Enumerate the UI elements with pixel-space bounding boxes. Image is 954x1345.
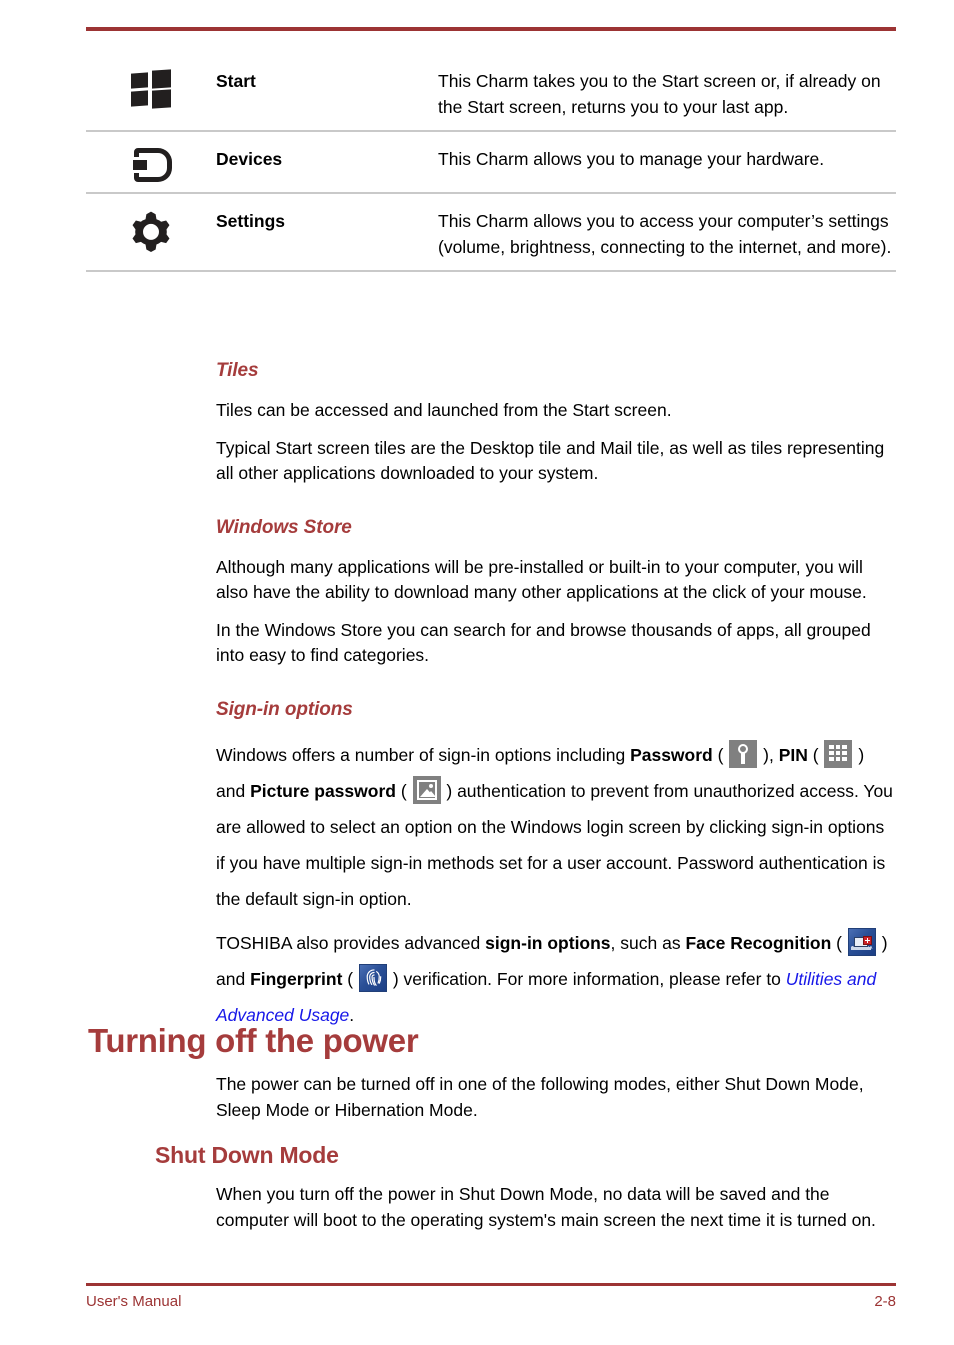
charm-name: Settings: [216, 211, 286, 231]
table-row: Devices This Charm allows you to manage …: [86, 132, 896, 194]
signin-text-seg3: ),: [758, 744, 779, 765]
heading-sign-in-options: Sign-in options: [216, 698, 353, 720]
charm-description: This Charm allows you to manage your har…: [438, 149, 825, 169]
toshiba-face-recognition-icon: TOSHIBA: [847, 927, 876, 956]
tiles-paragraph-2: Typical Start screen tiles are the Deskt…: [216, 437, 885, 484]
signin-bold-picture-password: Picture password: [250, 780, 396, 801]
windows-store-paragraph-1: Although many applications will be pre-i…: [216, 556, 867, 603]
charm-name: Start: [216, 71, 256, 91]
page-top-rule: [86, 27, 896, 31]
charm-description: This Charm allows you to access your com…: [438, 211, 892, 257]
heading-tiles: Tiles: [216, 360, 259, 381]
heading-shut-down-mode: Shut Down Mode: [155, 1142, 339, 1168]
windows-start-icon: [86, 68, 216, 109]
heading-turning-off-the-power: Turning off the power: [88, 1022, 419, 1059]
signin2-text-seg1: TOSHIBA also provides advanced: [216, 932, 486, 953]
signin2-bold-face-recognition: Face Recognition: [685, 932, 832, 953]
content-column: Tiles Tiles can be accessed and launched…: [216, 360, 896, 1041]
shut-down-body: When you turn off the power in Shut Down…: [216, 1182, 896, 1247]
signin-bold-password: Password: [630, 744, 713, 765]
signin-text-seg6: (: [395, 780, 412, 801]
signin2-bold-signin-options: sign-in options: [485, 932, 611, 953]
table-row: Start This Charm takes you to the Start …: [86, 58, 896, 132]
charm-name: Devices: [216, 149, 283, 169]
shut-down-paragraph-1: When you turn off the power in Shut Down…: [216, 1184, 876, 1230]
devices-icon: [86, 146, 216, 182]
signin2-text-seg5: (: [342, 968, 358, 989]
windows-store-paragraph-2: In the Windows Store you can search for …: [216, 619, 871, 666]
tiles-paragraph-1: Tiles can be accessed and launched from …: [216, 400, 672, 420]
signin-paragraph-2: TOSHIBA also provides advanced sign-in o…: [216, 925, 896, 1033]
signin-text-seg2: (: [712, 744, 729, 765]
charm-description: This Charm takes you to the Start screen…: [438, 71, 881, 117]
signin2-text-seg3: (: [831, 932, 847, 953]
page-number: 2-8: [874, 1293, 896, 1310]
charms-table: Start This Charm takes you to the Start …: [86, 58, 896, 272]
document-page: Start This Charm takes you to the Start …: [0, 0, 954, 1345]
footer-document-title: User's Manual: [86, 1293, 182, 1310]
signin-text-seg4: (: [807, 744, 824, 765]
signin2-text-seg6: ) verification. For more information, pl…: [387, 968, 786, 989]
settings-gear-icon: [86, 208, 216, 252]
turning-off-body: The power can be turned off in one of th…: [216, 1072, 896, 1137]
turning-off-paragraph-1: The power can be turned off in one of th…: [216, 1074, 864, 1120]
signin-paragraph-1: Windows offers a number of sign-in optio…: [216, 737, 896, 917]
page-footer: User's Manual 2-8: [86, 1293, 896, 1310]
page-footer-rule: [86, 1283, 896, 1286]
fingerprint-icon: [358, 963, 387, 992]
signin-text-seg1: Windows offers a number of sign-in optio…: [216, 744, 631, 765]
signin-bold-pin: PIN: [778, 744, 808, 765]
key-icon: [729, 739, 758, 768]
signin2-bold-fingerprint: Fingerprint: [250, 968, 343, 989]
signin2-text-seg2: , such as: [610, 932, 686, 953]
table-row: Settings This Charm allows you to access…: [86, 194, 896, 272]
picture-icon: [412, 775, 441, 804]
keypad-icon: [824, 739, 853, 768]
heading-windows-store: Windows Store: [216, 516, 352, 538]
